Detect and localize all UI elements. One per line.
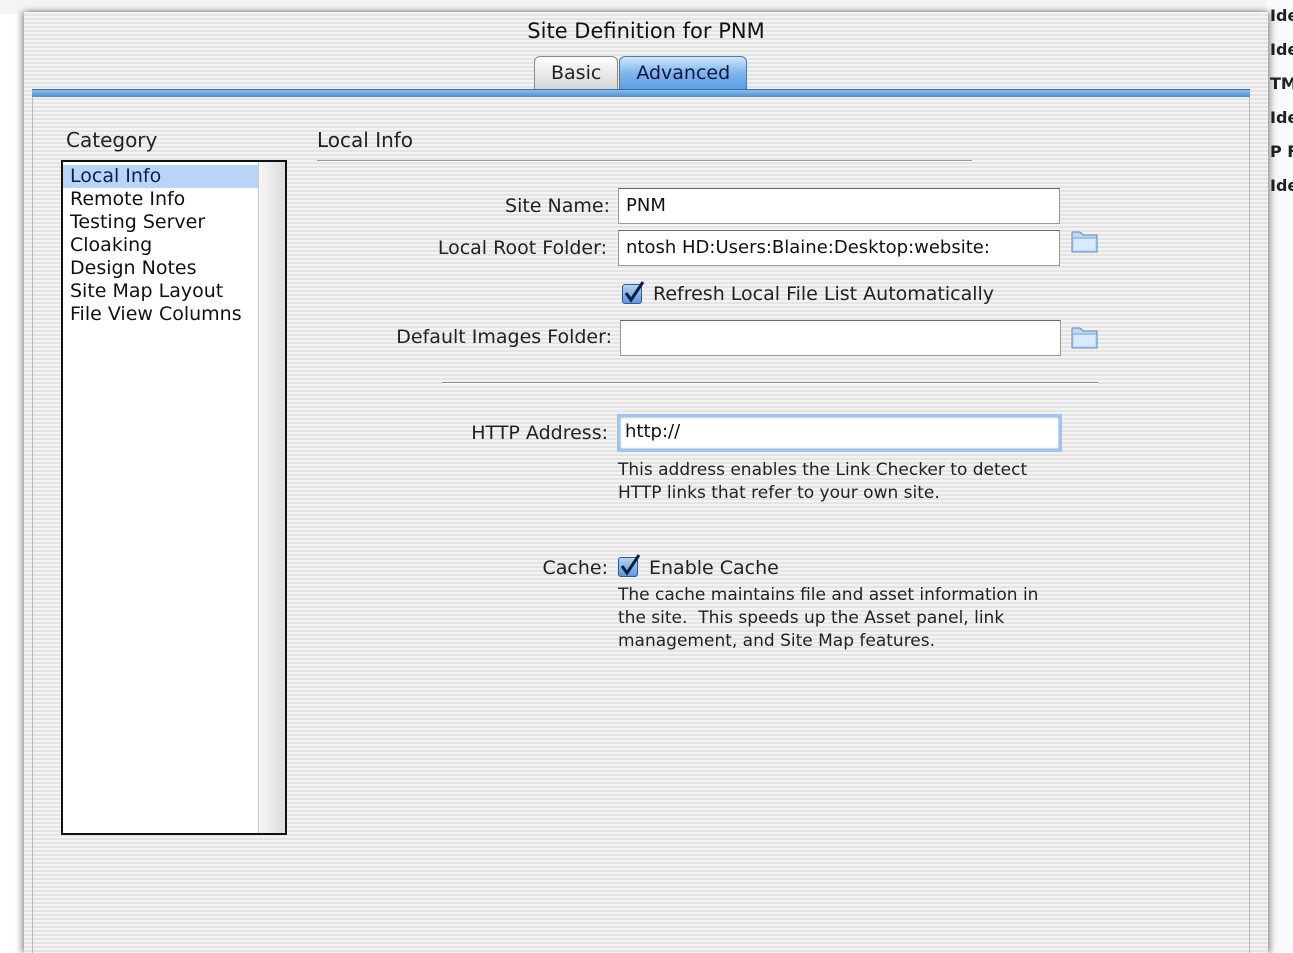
enable-cache-checkbox[interactable] <box>618 554 641 577</box>
cache-help-text: The cache maintains file and asset infor… <box>618 584 1038 653</box>
folder-icon[interactable] <box>1070 228 1100 254</box>
background-window: Ide Ide TMl Ide P F Ide <box>1266 0 1293 953</box>
category-scrollbar[interactable] <box>258 162 285 833</box>
enable-cache-label: Enable Cache <box>649 557 779 579</box>
background-text: TMl <box>1270 74 1293 93</box>
category-item-testing-server[interactable]: Testing Server <box>63 211 260 234</box>
cache-help-line: the site. This speeds up the Asset panel… <box>618 608 1005 628</box>
http-help-line: This address enables the Link Checker to… <box>618 460 1028 480</box>
http-address-label: HTTP Address: <box>471 422 608 444</box>
http-address-input[interactable]: http:// <box>617 414 1062 452</box>
background-text: Ide <box>1270 40 1293 59</box>
site-name-input[interactable]: PNM <box>618 188 1060 224</box>
category-item-site-map-layout[interactable]: Site Map Layout <box>63 280 260 303</box>
tab-basic[interactable]: Basic <box>534 56 619 89</box>
category-item-local-info[interactable]: Local Info <box>63 165 260 188</box>
cache-help-line: management, and Site Map features. <box>618 631 936 651</box>
folder-icon[interactable] <box>1070 324 1100 350</box>
category-label: Category <box>66 128 158 152</box>
cache-label: Cache: <box>542 557 609 579</box>
local-root-folder-input[interactable]: ntosh HD:Users:Blaine:Desktop:website: <box>618 230 1060 266</box>
background-text: Ide <box>1270 176 1293 195</box>
background-text: Ide <box>1270 6 1293 25</box>
default-images-folder-label: Default Images Folder: <box>396 326 612 348</box>
tab-divider <box>32 89 1250 97</box>
section-title: Local Info <box>317 128 414 152</box>
refresh-checkbox[interactable] <box>622 281 645 304</box>
category-list[interactable]: Local Info Remote Info Testing Server Cl… <box>61 160 287 835</box>
category-item-remote-info[interactable]: Remote Info <box>63 188 260 211</box>
section-divider <box>317 160 972 162</box>
cache-help-line: The cache maintains file and asset infor… <box>618 585 1039 605</box>
dialog-title: Site Definition for PNM <box>527 19 765 43</box>
site-definition-dialog: Site Definition for PNM Basic Advanced C… <box>24 12 1268 953</box>
category-item-design-notes[interactable]: Design Notes <box>63 257 260 280</box>
section-divider <box>442 382 1098 384</box>
default-images-folder-input[interactable] <box>620 320 1061 356</box>
checkmark-icon <box>624 281 645 303</box>
category-item-cloaking[interactable]: Cloaking <box>63 234 260 257</box>
background-text: Ide <box>1270 108 1293 127</box>
category-item-file-view-columns[interactable]: File View Columns <box>63 303 260 326</box>
tab-advanced[interactable]: Advanced <box>619 56 748 89</box>
tab-bar: Basic Advanced <box>534 56 748 92</box>
checkmark-icon <box>620 554 641 576</box>
http-help-text: This address enables the Link Checker to… <box>618 459 1027 505</box>
http-help-line: HTTP links that refer to your own site. <box>618 483 940 503</box>
local-root-folder-label: Local Root Folder: <box>437 237 607 259</box>
refresh-checkbox-label: Refresh Local File List Automatically <box>653 283 995 305</box>
background-text: P F <box>1270 142 1293 161</box>
site-name-label: Site Name: <box>505 195 610 217</box>
